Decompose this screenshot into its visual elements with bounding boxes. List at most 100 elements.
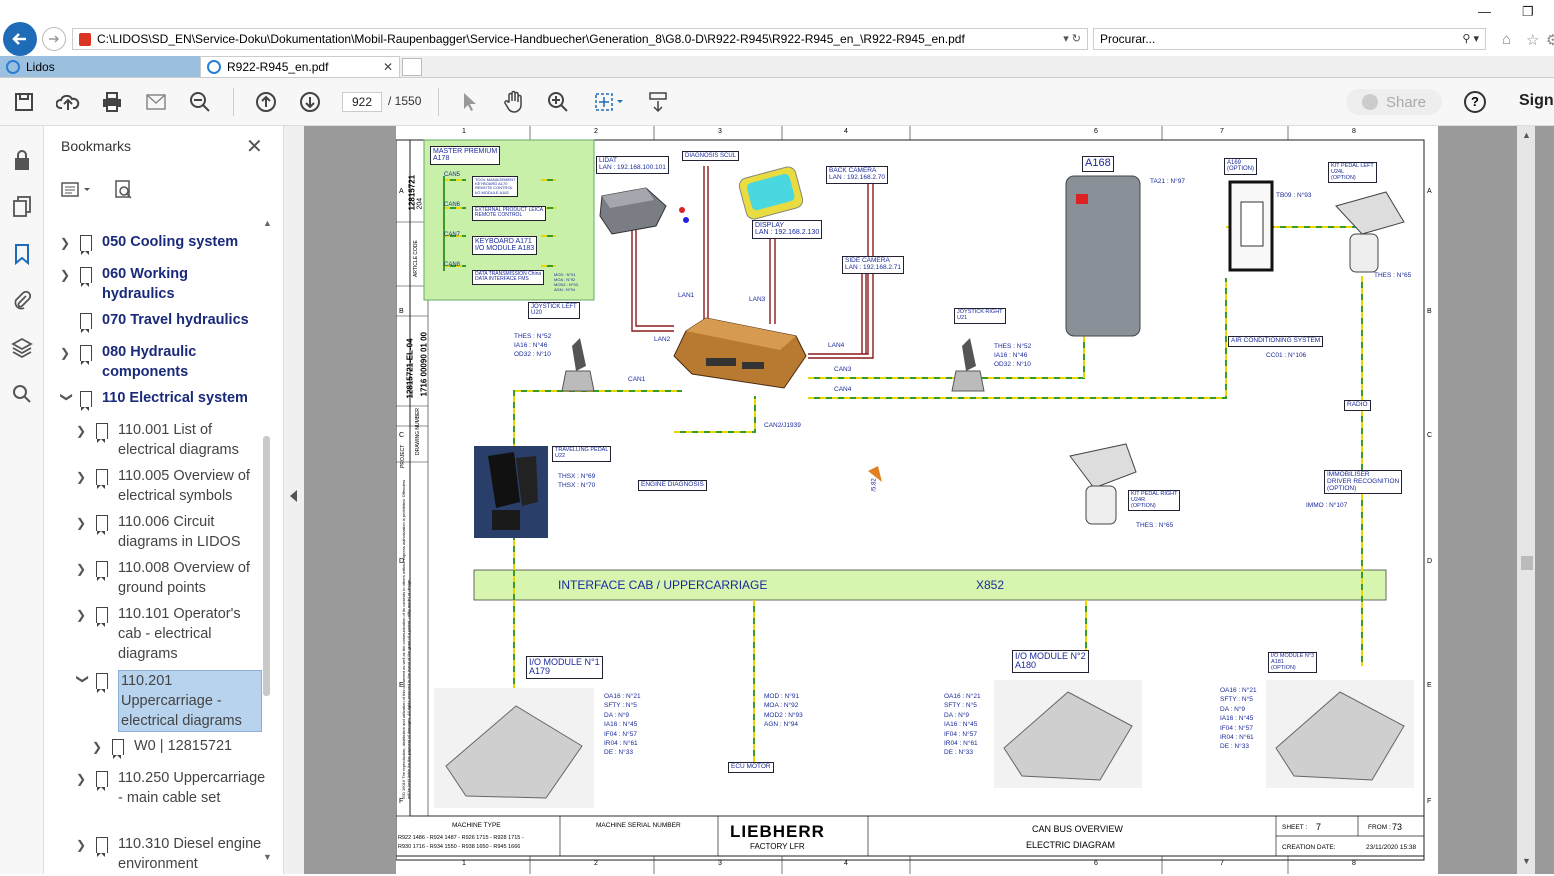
search-panel-icon[interactable] (10, 382, 34, 406)
page-total: / 1550 (388, 94, 422, 108)
bookmark-icon (80, 267, 92, 287)
scroll-up-icon[interactable]: ▲ (263, 218, 272, 228)
can7-label: CAN7 (444, 232, 461, 238)
collapse-panel-button[interactable] (284, 126, 304, 874)
url-text: C:\LIDOS\SD_EN\Service-Doku\Dokumentatio… (97, 32, 965, 46)
pdf-file-icon (79, 33, 91, 46)
creation-date-label: CREATION DATE: (1282, 844, 1336, 851)
tb09-label: TB09 : N°93 (1276, 192, 1312, 199)
bookmark-tree: . . ❯050 Cooling system ❯060 Working hyd… (44, 218, 270, 874)
attachment-icon[interactable] (10, 288, 34, 312)
select-cursor-icon[interactable] (458, 90, 482, 114)
bookmark-110-250[interactable]: ❯ 110.250 Uppercarriage - main cable set (76, 768, 268, 808)
bookmark-110-006[interactable]: ❯ 110.006 Circuit diagrams in LIDOS (76, 512, 258, 552)
side-drawing-label: DRAWING NUMBER (415, 407, 421, 455)
back-button[interactable] (3, 22, 37, 56)
x852-label: X852 (976, 578, 1005, 592)
zoom-in-icon[interactable] (546, 90, 570, 114)
row-letter: A (399, 188, 404, 195)
bookmark-icon (96, 837, 108, 857)
page-number-input[interactable]: 922 (342, 92, 382, 112)
document-scroll-thumb[interactable] (1521, 556, 1533, 570)
thes65-label: THES : N°65 (1374, 272, 1412, 279)
diagnosis-scul-label: DIAGNOSIS SCUL (682, 151, 740, 162)
bookmark-060[interactable]: ❯ 060 Working hydraulics (60, 264, 220, 304)
print-icon[interactable] (100, 90, 124, 114)
close-panel-icon[interactable]: ✕ (246, 134, 263, 159)
new-tab-button[interactable] (402, 58, 422, 76)
bookmark-050[interactable]: ❯ 050 Cooling system (60, 232, 260, 255)
ecu-motor-label: ECU MOTOR (728, 762, 774, 773)
scroll-mode-icon[interactable] (646, 90, 670, 114)
bookmark-icon (80, 235, 92, 255)
home-icon[interactable]: ⌂ (1502, 31, 1511, 48)
io-module-2-vals: OA16 : N°21 SFTY : N°5 DA : N°9 IA16 : N… (944, 693, 981, 757)
pdf-page: 1 2 3 4 6 7 8 1 2 3 4 6 7 8 A B C D E F … (396, 126, 1438, 874)
tab-pdf[interactable]: R922-R945_en.pdf ✕ (200, 56, 400, 77)
find-bookmark-icon[interactable] (115, 180, 132, 199)
bookmark-080[interactable]: ❯ 080 Hydraulic components (60, 342, 220, 382)
a168-keypad (1065, 175, 1141, 337)
favorites-star-icon[interactable]: ☆ (1526, 31, 1539, 49)
bookmark-scrollbar[interactable] (263, 236, 270, 876)
legal-note: ISO 16016 The reproduction, distribution… (401, 479, 411, 799)
settings-gear-icon[interactable]: ⚙ (1546, 31, 1554, 49)
machine-type-label: MACHINE TYPE (452, 822, 501, 829)
bookmark-110-310[interactable]: ❯ 110.310 Diesel engine environment (76, 834, 268, 874)
bookmark-panel-icon[interactable] (10, 242, 34, 266)
search-field[interactable]: Procurar... ⚲ ▾ (1093, 28, 1486, 50)
zoom-out-icon[interactable] (188, 90, 212, 114)
col-number: 7 (1220, 128, 1224, 135)
pages-icon[interactable] (10, 194, 34, 218)
travel-pedal-label: TRAVELLING PEDAL U22 (552, 446, 612, 462)
bookmark-110-101[interactable]: ❯ 110.101 Operator's cab - electrical dia… (76, 604, 258, 664)
email-icon[interactable] (144, 90, 168, 114)
document-scrollbar[interactable]: ▲ ▼ (1517, 126, 1535, 874)
tab-lidos[interactable]: Lidos (0, 56, 200, 77)
scroll-down-icon[interactable]: ▼ (263, 852, 272, 862)
bookmark-w0[interactable]: ❯ W0 | 12815721 (92, 736, 232, 759)
io-module-2-shape (994, 680, 1142, 788)
scroll-thumb[interactable] (263, 436, 270, 696)
refresh-icon[interactable]: ▾ ↻ (1063, 32, 1081, 45)
bookmark-110-201[interactable]: ❯ 110.201 Uppercarriage - electrical diag… (76, 670, 262, 732)
minimize-icon[interactable]: — (1478, 4, 1491, 19)
fit-page-icon[interactable] (592, 90, 628, 114)
bookmark-110-001[interactable]: ❯ 110.001 List of electrical diagrams (76, 420, 258, 460)
bookmark-110-008[interactable]: ❯ 110.008 Overview of ground points (76, 558, 258, 598)
address-field[interactable]: C:\LIDOS\SD_EN\Service-Doku\Dokumentatio… (72, 28, 1088, 50)
restore-icon[interactable]: ❐ (1522, 4, 1534, 20)
bookmark-110[interactable]: ❯ 110 Electrical system (60, 388, 260, 411)
options-menu-icon[interactable] (61, 182, 90, 197)
forward-arrow-icon (49, 35, 60, 43)
help-button[interactable]: ? (1464, 91, 1486, 113)
scroll-up-icon[interactable]: ▲ (1522, 130, 1531, 140)
scroll-down-icon[interactable]: ▼ (1522, 856, 1531, 866)
close-tab-icon[interactable]: ✕ (383, 60, 393, 74)
bookmark-110-005[interactable]: ❯ 110.005 Overview of electrical symbols (76, 466, 258, 506)
col-number: 2 (594, 128, 598, 135)
air-conditioning-label: AIR CONDITIONING SYSTEM (1228, 336, 1324, 347)
hand-tool-icon[interactable] (502, 90, 526, 114)
page-up-icon[interactable] (254, 90, 278, 114)
document-viewer[interactable]: 1 2 3 4 6 7 8 1 2 3 4 6 7 8 A B C D E F … (304, 126, 1554, 874)
page-down-icon[interactable] (298, 90, 322, 114)
bookmark-icon (96, 673, 108, 693)
share-button[interactable]: Share (1346, 89, 1442, 115)
search-icon[interactable]: ⚲ ▾ (1462, 32, 1479, 45)
creation-date-value: 23/11/2020 15:38 (1366, 844, 1417, 851)
side-drawing-no: 1716 00090 01 00 (419, 331, 429, 397)
bookmarks-panel: Bookmarks ✕ . . ❯050 Cooling system ❯060… (44, 126, 284, 874)
bookmark-070[interactable]: 070 Travel hydraulics (74, 310, 270, 333)
bookmark-icon (96, 561, 108, 581)
bookmark-icon (96, 515, 108, 535)
upload-cloud-icon[interactable] (56, 90, 80, 114)
sign-button[interactable]: Sign (1519, 92, 1554, 110)
forward-button[interactable] (42, 27, 66, 51)
lock-icon[interactable] (10, 148, 34, 172)
layers-icon[interactable] (10, 336, 34, 360)
col-number: 6 (1094, 860, 1098, 867)
bookmark-icon (80, 391, 92, 411)
save-icon[interactable] (12, 90, 36, 114)
row-letter: D (1427, 558, 1433, 565)
